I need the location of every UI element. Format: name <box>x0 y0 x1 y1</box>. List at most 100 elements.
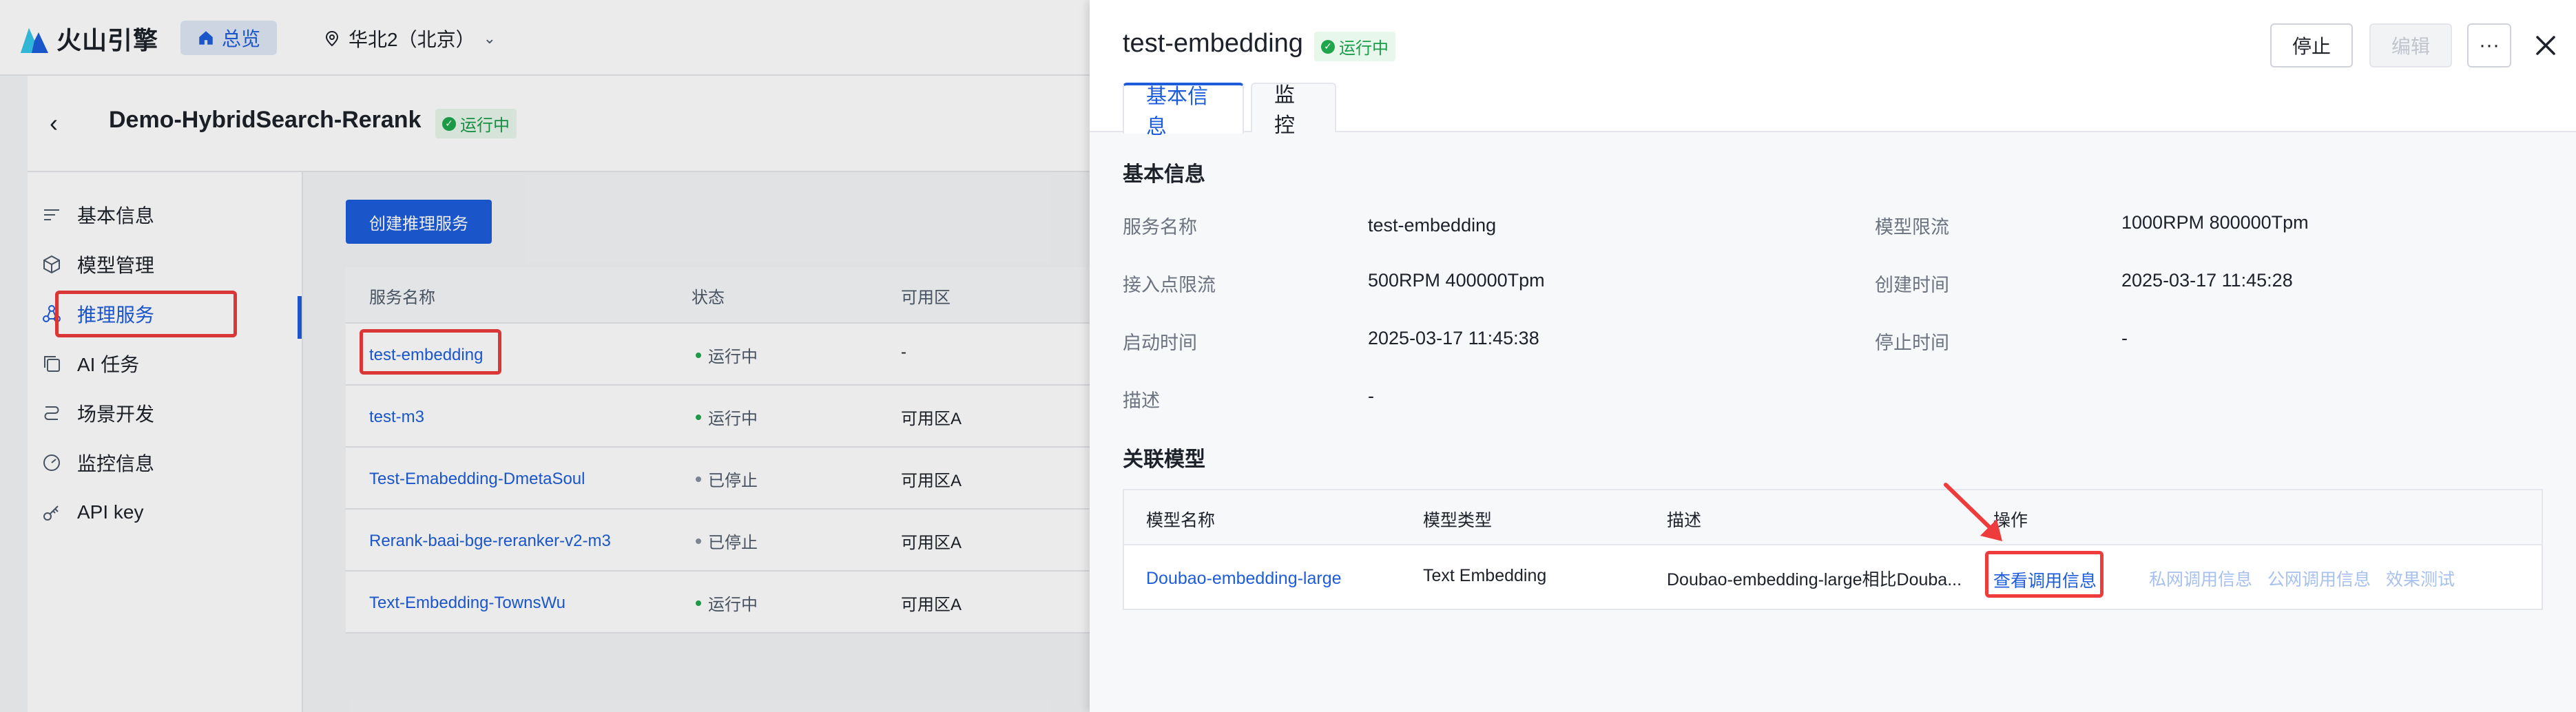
location-pin-icon <box>325 30 339 47</box>
model-type-cell: Text Embedding <box>1423 566 1547 585</box>
stop-button[interactable]: 停止 <box>2270 23 2353 67</box>
effect-test-link[interactable]: 效果测试 <box>2386 566 2455 591</box>
region-selector[interactable]: 华北2（北京） ⌄ <box>324 25 496 52</box>
drawer-status-badge: ✓ 运行中 <box>1314 32 1395 61</box>
model-name-link[interactable]: Doubao-embedding-large <box>1146 569 1342 589</box>
brand-logo[interactable]: 火山引擎 <box>19 21 158 56</box>
top-bar: 火山引擎 总览 华北2（北京） ⌄ <box>0 0 1090 76</box>
drawer-body <box>1090 132 2576 712</box>
status-dot <box>696 414 701 420</box>
status-text: 已停止 <box>708 534 758 552</box>
field-label-started-at: 启动时间 <box>1123 333 1197 353</box>
column-header-status: 状态 <box>692 289 725 307</box>
sidebar-item-label: 基本信息 <box>77 205 155 227</box>
service-name-link[interactable]: Text-Embedding-TownsWu <box>369 594 565 613</box>
status-text: 运行中 <box>708 596 758 614</box>
field-label-description: 描述 <box>1123 390 1160 411</box>
service-name-link[interactable]: Test-Emabedding-DmetaSoul <box>369 470 585 489</box>
sidebar-item-ai-task[interactable]: AI 任务 <box>41 343 139 384</box>
sidebar-active-indicator <box>298 296 302 339</box>
sidebar-item-label: 场景开发 <box>77 404 155 425</box>
field-value-created-at: 2025-03-17 11:45:28 <box>2121 270 2293 291</box>
more-menu-button[interactable]: ··· <box>2467 23 2511 67</box>
table-row[interactable]: Rerank-baai-bge-reranker-v2-m3 已停止 可用区A <box>346 510 1090 572</box>
column-header-zone: 可用区 <box>901 289 951 307</box>
section-title-basic: 基本信息 <box>1123 163 1205 186</box>
status-cell: 已停止 <box>696 529 758 553</box>
sidebar-item-label: AI 任务 <box>77 354 140 375</box>
cube-icon <box>43 255 60 274</box>
field-label-model-rate: 模型限流 <box>1875 217 1949 238</box>
table-row[interactable]: Text-Embedding-TownsWu 运行中 可用区A <box>346 572 1090 634</box>
drawer-status-text: 运行中 <box>1339 39 1389 58</box>
sidebar-item-scene-dev[interactable]: 场景开发 <box>41 392 154 434</box>
volcano-logo-icon <box>21 28 48 53</box>
status-cell: 运行中 <box>696 343 758 367</box>
column-header-model-name: 模型名称 <box>1146 511 1216 530</box>
project-title: Demo-HybridSearch-Rerank <box>109 107 422 133</box>
zone-cell: 可用区A <box>901 410 962 428</box>
field-label-service-name: 服务名称 <box>1123 217 1197 238</box>
project-status-badge: ✓ 运行中 <box>435 109 517 138</box>
check-icon: ✓ <box>1321 39 1335 54</box>
brand-name: 火山引擎 <box>56 26 159 54</box>
highlight-box-view-invoke <box>1985 551 2104 598</box>
status-dot <box>696 352 701 358</box>
field-value-stopped-at: - <box>2121 328 2128 348</box>
close-button[interactable] <box>2526 26 2565 65</box>
sidebar-item-label: 模型管理 <box>77 255 155 276</box>
status-cell: 运行中 <box>696 405 758 429</box>
sidebar-item-basic-info[interactable]: 基本信息 <box>41 194 154 235</box>
service-name-link[interactable]: test-m3 <box>369 408 424 427</box>
home-button[interactable]: 总览 <box>180 21 278 55</box>
sidebar-item-label: 监控信息 <box>77 453 155 474</box>
zone-cell: 可用区A <box>901 472 962 490</box>
field-value-service-name: test-embedding <box>1368 215 1497 235</box>
table-row[interactable]: test-m3 运行中 可用区A <box>346 386 1090 448</box>
edit-button[interactable]: 编辑 <box>2369 23 2452 67</box>
private-invoke-info-link[interactable]: 私网调用信息 <box>2149 566 2252 591</box>
highlight-box-service <box>360 329 501 375</box>
zone-cell: 可用区A <box>901 596 962 614</box>
associated-model-table: 模型名称 模型类型 描述 操作 Doubao-embedding-large T… <box>1123 489 2543 610</box>
zone-cell: 可用区A <box>901 534 962 552</box>
table-row[interactable]: Test-Emabedding-DmetaSoul 已停止 可用区A <box>346 448 1090 510</box>
tab-basic-info[interactable]: 基本信息 <box>1123 83 1244 138</box>
key-icon <box>43 505 59 521</box>
field-value-description: - <box>1368 386 1374 406</box>
status-text: 运行中 <box>708 348 758 366</box>
route-icon <box>44 406 59 420</box>
background-console: 火山引擎 总览 华北2（北京） ⌄ ‹ Demo-HybridSearch-Re… <box>0 0 1090 712</box>
service-table: 服务名称 状态 可用区 test-embedding 运行中 - test-m3… <box>346 267 1090 634</box>
tab-monitoring[interactable]: 监控 <box>1251 83 1336 137</box>
field-value-model-rate: 1000RPM 800000Tpm <box>2121 212 2309 233</box>
status-dot <box>696 538 701 544</box>
copy-icon <box>44 356 60 372</box>
project-status-text: 运行中 <box>460 116 510 135</box>
sidebar-item-monitoring[interactable]: 监控信息 <box>41 442 154 483</box>
field-label-endpoint-rate: 接入点限流 <box>1123 275 1216 295</box>
create-inference-service-button[interactable]: 创建推理服务 <box>346 200 492 244</box>
sidebar-item-model-management[interactable]: 模型管理 <box>41 244 154 285</box>
chevron-down-icon: ⌄ <box>483 30 497 47</box>
column-header-name: 服务名称 <box>369 289 435 307</box>
sidebar-item-label: API key <box>77 501 144 523</box>
back-arrow-icon[interactable]: ‹ <box>50 109 58 138</box>
service-name-link[interactable]: Rerank-baai-bge-reranker-v2-m3 <box>369 532 611 551</box>
home-label: 总览 <box>222 28 261 50</box>
annotation-arrow-icon <box>1944 483 2002 541</box>
status-dot <box>696 476 701 482</box>
home-icon <box>199 31 213 45</box>
field-label-created-at: 创建时间 <box>1875 275 1949 295</box>
field-value-endpoint-rate: 500RPM 400000Tpm <box>1368 270 1545 291</box>
field-label-stopped-at: 停止时间 <box>1875 333 1949 353</box>
column-header-model-type: 模型类型 <box>1423 511 1493 530</box>
highlight-box-sidebar <box>55 291 237 337</box>
public-invoke-info-link[interactable]: 公网调用信息 <box>2267 566 2371 591</box>
table-header: 模型名称 模型类型 描述 操作 <box>1124 490 2542 545</box>
sidebar-item-api-key[interactable]: API key <box>41 492 143 533</box>
status-dot <box>696 600 701 606</box>
column-header-description: 描述 <box>1667 511 1702 530</box>
model-description-cell: Doubao-embedding-large相比Douba... <box>1667 570 1962 589</box>
service-detail-drawer: test-embedding ✓ 运行中 停止 编辑 ··· 基本信息 监控 基… <box>1090 0 2576 712</box>
